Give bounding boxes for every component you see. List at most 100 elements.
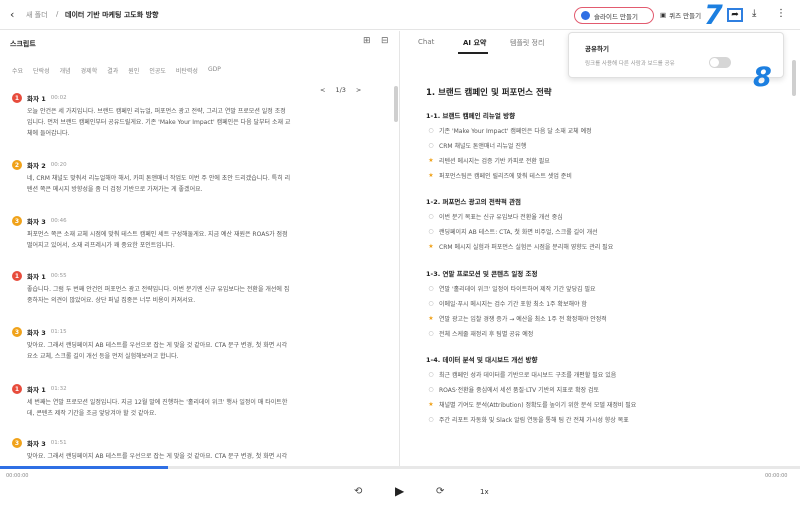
slide-icon: [581, 11, 590, 20]
message-line: 데, 콘텐츠 제작 기간을 조금 앞당겨야 할 것 같아요.: [27, 410, 157, 417]
current-time: 00:00:00: [6, 473, 29, 479]
message-line: 떨어지고 있어서, 소재 리프레시가 꽤 중요한 포인트입니다.: [27, 242, 175, 249]
summary-item: ○ CRM 채널도 톤앤매너 리뉴얼 진행: [428, 141, 526, 150]
keyword-chip[interactable]: 수요: [12, 66, 23, 75]
message-line: 맞아요. 그래서 랜딩페이지 AB 테스트를 우선으로 잡는 게 맞을 것 같아…: [27, 342, 288, 349]
summary-item: ○ 이번 분기 목표는 신규 유입보다 전환율 개선 중심: [428, 212, 563, 221]
summary-item-text: ROAS·전환율 중심에서 세션 품질·LTV 기반의 지표로 확장 검토: [439, 387, 600, 394]
make-quiz-button[interactable]: ▣ 퀴즈 만들기: [660, 10, 701, 20]
message-line: 중하자는 의견이 많았어요. 상단 퍼널 집중은 너무 비용이 커져서요.: [27, 297, 196, 304]
message-line: 퍼포먼스 쪽은 소재 교체 시점에 맞춰 테스트 캠페인 세트 구성해둘게요. …: [27, 231, 288, 238]
circle-bullet-icon: ○: [428, 371, 434, 378]
circle-bullet-icon: ○: [428, 330, 434, 337]
timestamp[interactable]: 01:32: [51, 386, 67, 392]
summary-item: ○ 랜딩페이지 AB 테스트: CTA, 첫 화면 비주얼, 스크롤 길이 개선: [428, 227, 598, 236]
message-header: 3 화자 3 01:15: [12, 327, 390, 337]
summary-item-text: 연말 '홀리데이 위크' 일정이 타이트하여 제작 기간 앞당김 필요: [439, 286, 596, 293]
chevron-left-icon[interactable]: ‹: [10, 8, 14, 21]
quiz-icon: ▣: [660, 11, 667, 19]
play-icon[interactable]: ▶: [395, 484, 404, 498]
circle-bullet-icon: ○: [428, 285, 434, 292]
message-header: 1 화자 1 00:02: [12, 93, 390, 103]
forward-icon[interactable]: ⟳: [436, 486, 444, 497]
message-item: 1 화자 1 01:32 세 번째는 연말 프로모션 일정입니다. 지금 12월 말에…: [12, 384, 390, 419]
keyword-chip[interactable]: 경제학: [81, 66, 98, 75]
breadcrumb-folder[interactable]: 새 폴더: [26, 10, 48, 20]
summary-item: ○ 주간 리포트 자동화 및 Slack 알림 연동을 통해 팀 간 전체 가시성…: [428, 415, 628, 424]
message-text: 맞아요. 그래서 랜딩페이지 AB 테스트를 우선으로 잡는 게 맞을 것 같아…: [27, 451, 390, 462]
summary-item: ○ 연말 '홀리데이 위크' 일정이 타이트하여 제작 기간 앞당김 필요: [428, 284, 596, 293]
circle-bullet-icon: ○: [428, 228, 434, 235]
keyword-chip[interactable]: GDP: [208, 66, 221, 75]
summary-item-text: CRM 메시지 실험과 퍼포먼스 실험은 시점을 분리해 영향도 관리 필요: [439, 244, 614, 251]
star-icon: ★: [428, 315, 434, 322]
make-slide-button[interactable]: 슬라이드 만들기: [574, 7, 654, 24]
keyword-chip[interactable]: 단락성: [33, 66, 50, 75]
message-line: 요소 교체, 스크롤 길이 개선 등을 먼저 실험해보려고 합니다.: [27, 353, 179, 360]
download-icon[interactable]: ⤓: [752, 8, 756, 19]
keyword-chip[interactable]: 비탄력성: [176, 66, 198, 75]
more-icon[interactable]: ⋮: [776, 8, 786, 19]
keyword-chip[interactable]: 결과: [107, 66, 118, 75]
summary-item-text: 이번 분기 목표는 신규 유입보다 전환율 개선 중심: [439, 214, 563, 221]
avatar: 1: [12, 271, 22, 281]
speaker-name: 화자 1: [27, 386, 46, 394]
tab-chat[interactable]: Chat: [418, 38, 434, 46]
message-header: 1 화자 1 00:55: [12, 271, 390, 281]
summary-item-text: 랜딩페이지 AB 테스트: CTA, 첫 화면 비주얼, 스크롤 길이 개선: [439, 229, 598, 236]
message-item: 1 화자 1 00:02 오늘 안건은 세 가지입니다. 브랜드 캠페인 리뉴얼, 퍼…: [12, 93, 390, 139]
summary-section-heading: 1-4. 데이터 분석 및 대시보드 개선 방향: [426, 356, 538, 364]
timestamp[interactable]: 00:20: [51, 162, 67, 168]
message-line: 네, CRM 채널도 맞춰서 리뉴얼해야 해서, 카피 톤앤매너 작업도 이번 …: [27, 175, 291, 182]
share-icon[interactable]: ➦: [727, 8, 743, 22]
avatar: 3: [12, 327, 22, 337]
summary-scrollbar[interactable]: [792, 60, 796, 96]
timestamp[interactable]: 01:15: [51, 329, 67, 335]
message-item: 3 화자 3 00:46 퍼포먼스 쪽은 소재 교체 시점에 맞춰 테스트 캠페인 세…: [12, 216, 390, 251]
breadcrumb-separator: /: [56, 10, 59, 18]
timestamp[interactable]: 00:46: [51, 218, 67, 224]
tab-template[interactable]: 템플릿 정리: [510, 38, 544, 48]
summary-item: ★ 연말 광고는 입찰 경쟁 증가 → 예산을 최소 1주 전 확정해야 안정적: [428, 314, 607, 323]
message-header: 1 화자 1 01:32: [12, 384, 390, 394]
message-text: 오늘 안건은 세 가지입니다. 브랜드 캠페인 리뉴얼, 퍼포먼스 광고 전략,…: [27, 106, 390, 139]
message-line: 체에 들어갑니다.: [27, 130, 70, 137]
keyword-chip[interactable]: 원인: [128, 66, 139, 75]
export-icon[interactable]: ⊟: [381, 36, 389, 46]
share-toggle[interactable]: [709, 57, 731, 68]
keyword-chip[interactable]: 인공도: [149, 66, 166, 75]
page-title: 데이터 기반 마케팅 고도화 방향: [65, 11, 159, 19]
summary-item: ○ 기존 'Make Your Impact' 캠페인은 다음 달 소재 교체 예…: [428, 126, 592, 135]
circle-bullet-icon: ○: [428, 386, 434, 393]
speaker-name: 화자 1: [27, 273, 46, 281]
circle-bullet-icon: ○: [428, 142, 434, 149]
timestamp[interactable]: 00:02: [51, 95, 67, 101]
message-line: 입니다. 먼저 브랜드 캠페인부터 공유드릴게요. 기존 'Make Your …: [27, 119, 291, 126]
script-scrollbar[interactable]: [394, 86, 398, 122]
summary-item-text: 퍼포먼스팀은 캠페인 릴리즈에 맞춰 테스트 셋업 준비: [439, 173, 572, 180]
summary-item: ○ 이메일·푸시 메시지는 검수 기간 포함 최소 1주 확보해야 함: [428, 299, 587, 308]
summary-item: ★ 리텐션 메시지는 검증 기반 카피로 전환 필요: [428, 156, 550, 165]
tab-ai-summary[interactable]: AI 요약: [463, 38, 486, 48]
message-item: 3 화자 3 01:15 맞아요. 그래서 랜딩페이지 AB 테스트를 우선으로 잡는…: [12, 327, 390, 362]
avatar: 1: [12, 384, 22, 394]
copy-icon[interactable]: ⊞: [363, 36, 371, 46]
share-popup: 공유하기 링크를 사용해 다른 사람과 보드를 공유: [568, 32, 784, 78]
toggle-knob: [710, 58, 719, 67]
annotation-number: 8: [753, 62, 772, 93]
rewind-icon[interactable]: ⟲: [354, 486, 362, 497]
keyword-list: 수요 단락성 개념 경제학 결과 원인 인공도 비탄력성 GDP: [12, 66, 221, 75]
summary-item: ★ 채널별 기여도 분석(Attribution) 정확도를 높이기 위한 분석 …: [428, 400, 636, 409]
playback-speed[interactable]: 1x: [480, 488, 489, 496]
summary-item-text: 이메일·푸시 메시지는 검수 기간 포함 최소 1주 확보해야 함: [439, 301, 587, 308]
summary-item-text: 기존 'Make Your Impact' 캠페인은 다음 달 소재 교체 예정: [439, 128, 592, 135]
keyword-chip[interactable]: 개념: [60, 66, 71, 75]
timestamp[interactable]: 01:51: [51, 440, 67, 446]
message-text: 좋습니다. 그럼 두 번째 안건인 퍼포먼스 광고 전략입니다. 이번 분기엔 …: [27, 284, 390, 306]
message-line: 오늘 안건은 세 가지입니다. 브랜드 캠페인 리뉴얼, 퍼포먼스 광고 전략,…: [27, 108, 286, 115]
speaker-name: 화자 2: [27, 162, 46, 170]
summary-title: 1. 브랜드 캠페인 및 퍼포먼스 전략: [426, 88, 552, 98]
circle-bullet-icon: ○: [428, 416, 434, 423]
timestamp[interactable]: 00:55: [51, 273, 67, 279]
avatar: 2: [12, 160, 22, 170]
